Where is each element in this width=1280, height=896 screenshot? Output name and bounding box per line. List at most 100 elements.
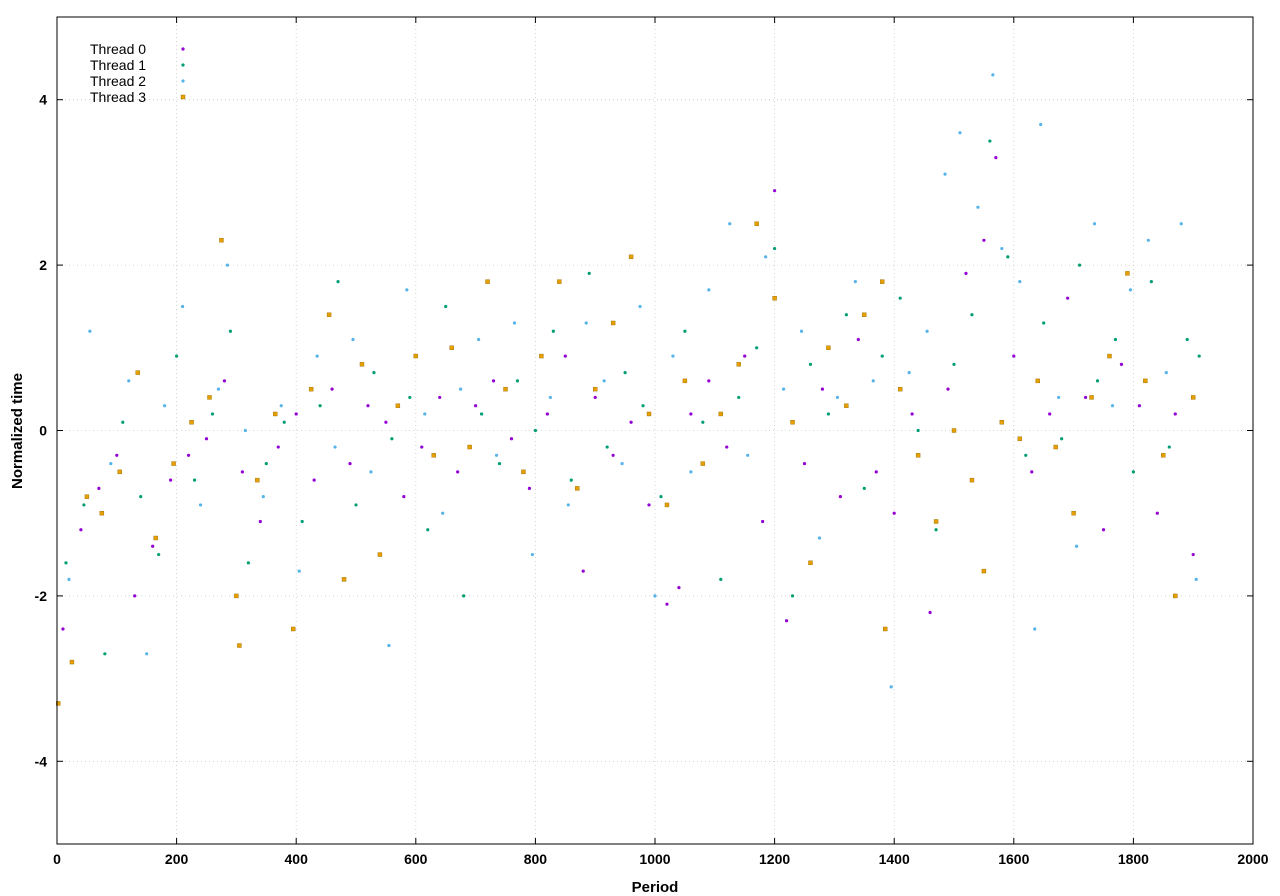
data-point [512,321,517,325]
data-point [677,586,681,590]
data-point [426,528,430,532]
data-point [237,643,242,648]
data-point [880,354,884,358]
data-point [933,519,939,524]
legend-label: Thread 2 [90,73,146,89]
data-point [264,461,268,466]
data-point [799,329,804,333]
data-point [743,354,747,358]
data-point [1012,354,1016,358]
legend-label: Thread 3 [90,89,146,105]
data-point [569,478,573,482]
data-point [67,577,71,581]
data-point [246,561,250,565]
data-point [497,461,502,466]
data-point [151,544,155,548]
legend-marker [181,63,185,67]
data-point [943,172,947,176]
data-point [462,594,466,598]
data-point [602,379,606,383]
data-point [883,626,888,632]
series-3 [55,221,1196,706]
data-point [408,395,412,400]
data-point [79,528,83,532]
data-point [587,271,591,275]
y-tick-label: 4 [39,92,47,108]
data-point [204,437,209,441]
data-point [1119,362,1124,366]
data-point [1155,511,1159,515]
data-point [258,519,262,524]
data-point [1194,577,1198,581]
data-point [315,354,319,358]
data-point [1030,470,1034,474]
y-tick-label: -2 [35,588,48,604]
data-point [459,387,463,391]
data-point [641,404,645,408]
data-point [1131,470,1135,474]
data-point [444,304,448,309]
data-point [441,511,445,515]
data-point [297,569,301,573]
data-point [431,453,436,458]
data-point [844,403,849,408]
data-point [934,528,938,532]
data-point [405,288,409,292]
data-point [545,412,549,416]
data-point [1083,395,1088,400]
data-point [467,444,472,450]
data-point [1092,222,1097,226]
data-point [1167,445,1171,449]
data-point [844,313,848,317]
data-point [982,238,986,242]
data-point [610,320,616,326]
data-point [826,412,831,416]
data-point [210,412,215,416]
x-tick-label: 1400 [879,851,910,867]
data-point [171,461,176,466]
data-point [216,387,221,391]
data-point [915,453,921,458]
data-point [127,379,131,383]
data-point [1024,453,1028,457]
legend-marker [180,94,186,100]
data-point [351,337,355,342]
data-point [82,503,86,507]
data-point [826,345,831,350]
data-point [784,619,789,623]
data-point [689,412,693,416]
data-point [372,371,376,375]
data-point [219,238,224,243]
data-point [97,486,101,490]
data-point [737,395,741,400]
data-point [946,387,950,391]
data-point [169,478,173,482]
data-point [593,395,597,400]
y-axis-label: Normalized time [9,373,26,489]
x-tick-label: 1800 [1118,851,1149,867]
data-point [420,445,424,449]
data-point [835,395,839,400]
data-point [64,561,68,565]
data-point [719,577,723,581]
data-point [533,428,538,433]
data-point [862,486,866,490]
x-tick-label: 2000 [1237,851,1268,867]
data-point [69,659,75,665]
data-point [243,428,247,433]
data-point [1017,436,1022,441]
data-point [593,386,598,392]
data-point [802,461,807,466]
x-tick-label: 1200 [759,851,790,867]
data-point [175,354,179,358]
data-point [566,503,570,507]
data-point [336,280,340,284]
data-point [225,263,230,267]
data-point [135,370,140,375]
data-point [1071,511,1076,516]
data-point [228,329,233,333]
data-point [1060,437,1064,441]
data-point [291,626,296,632]
data-point [273,411,278,417]
data-point [240,470,244,474]
